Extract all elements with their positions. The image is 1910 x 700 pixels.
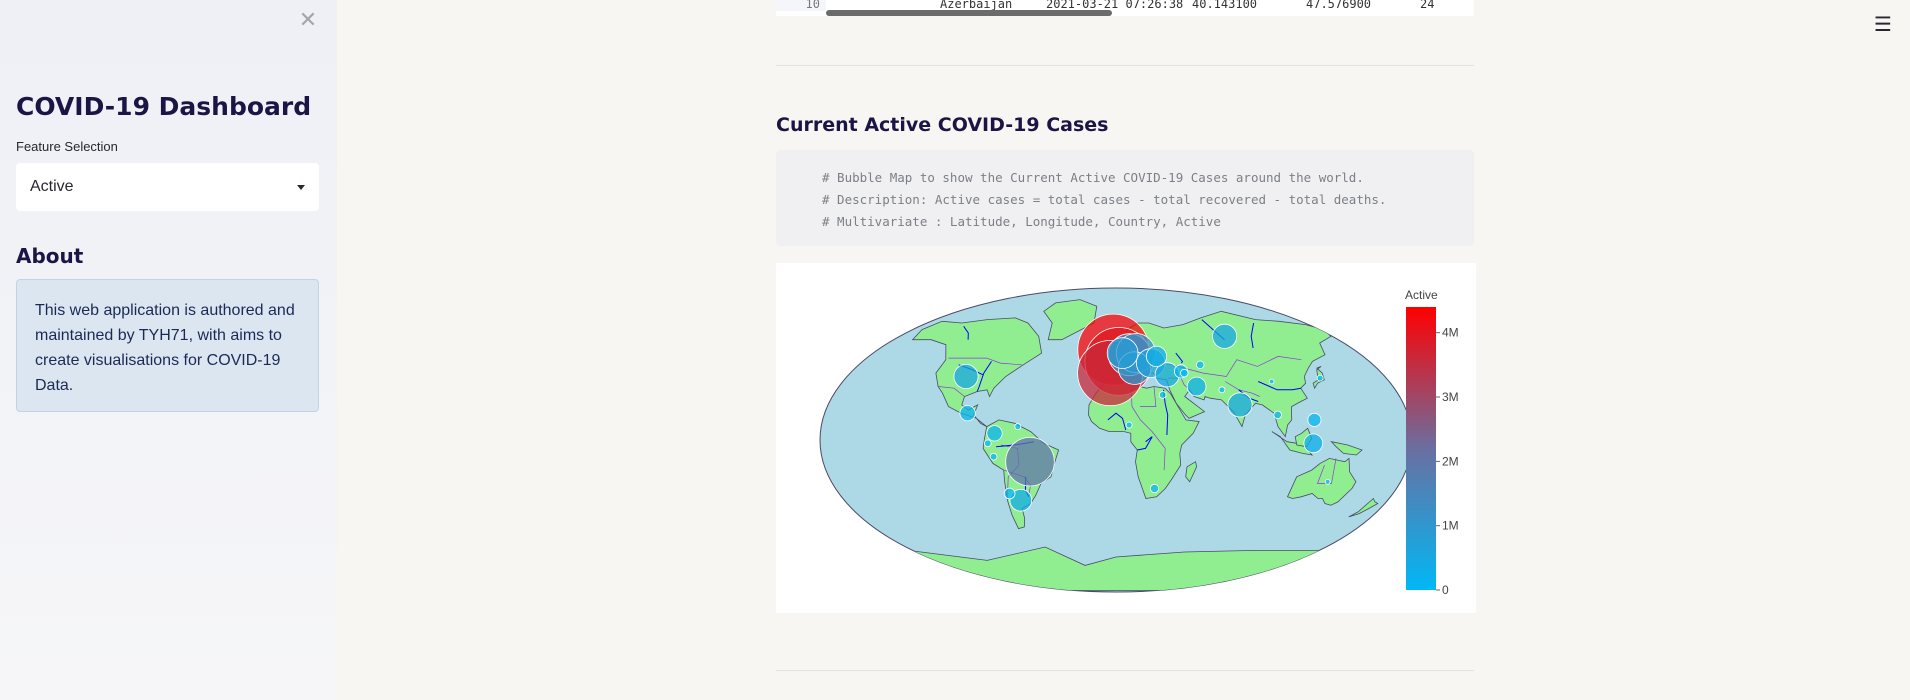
bubble-marker[interactable] (1014, 423, 1022, 431)
bubble-marker[interactable] (1005, 436, 1055, 487)
bubble-marker[interactable] (1003, 487, 1016, 500)
feature-selection-value: Active (30, 178, 74, 195)
bubble-marker[interactable] (1324, 479, 1331, 485)
bubble-marker[interactable] (1186, 376, 1207, 397)
colorbar-tick-label: 3M (1442, 390, 1459, 404)
colorbar-title: Active (1405, 288, 1438, 302)
code-block: # Bubble Map to show the Current Active … (776, 150, 1474, 246)
colorbar-gradient (1406, 307, 1436, 590)
bubble-marker[interactable] (1303, 433, 1324, 454)
dataframe-horizontal-scrollbar[interactable] (826, 10, 1112, 16)
colorbar-tick-label: 0 (1442, 583, 1449, 597)
bubble-marker[interactable] (989, 452, 998, 461)
dataframe-cell-lat: 40.143100 (1192, 0, 1258, 11)
bubble-marker[interactable] (1212, 323, 1238, 349)
bubble-marker[interactable] (1316, 374, 1324, 382)
bubble-marker[interactable] (1268, 378, 1275, 385)
colorbar-tick-label: 2M (1442, 454, 1459, 468)
code-line: # Description: Active cases = total case… (822, 192, 1387, 207)
section-title: Current Active COVID-19 Cases (776, 114, 1109, 136)
bubble-map-svg[interactable]: Active 4M 3M 2M 1M 0 (776, 263, 1476, 613)
hamburger-menu-icon[interactable]: ☰ (1874, 12, 1892, 36)
bubble-marker[interactable] (1273, 410, 1282, 420)
bubble-marker[interactable] (953, 364, 979, 390)
bubble-marker[interactable] (959, 405, 976, 422)
about-info-box: This web application is authored and mai… (16, 279, 319, 412)
bubble-marker[interactable] (1227, 392, 1253, 418)
code-line: # Multivariate : Latitude, Longitude, Co… (822, 214, 1221, 229)
feature-selection-label: Feature Selection (16, 139, 118, 154)
about-title: About (16, 244, 84, 268)
feature-selection-dropdown[interactable]: Active (16, 163, 319, 211)
bubble-marker[interactable] (1307, 412, 1322, 427)
code-line: # Bubble Map to show the Current Active … (822, 170, 1364, 185)
dataframe-cell-partial: 24 (1420, 0, 1435, 11)
caret-down-icon (297, 184, 305, 190)
colorbar-ticks: 4M 3M 2M 1M 0 (1436, 326, 1459, 597)
divider-top (776, 65, 1474, 66)
colorbar-tick-label: 1M (1442, 519, 1459, 533)
close-sidebar-icon[interactable]: ✕ (297, 10, 319, 32)
dataframe-cell-long: 47.576900 (1306, 0, 1372, 11)
bubble-map-chart[interactable]: Active 4M 3M 2M 1M 0 (776, 263, 1476, 613)
bubble-marker[interactable] (1106, 337, 1139, 369)
dataframe-row-index: 10 (776, 0, 826, 11)
bubble-marker[interactable] (1218, 386, 1226, 394)
colorbar-tick-label: 4M (1442, 326, 1459, 340)
bubble-marker[interactable] (1196, 360, 1205, 369)
bubble-marker[interactable] (1180, 368, 1189, 378)
bubble-marker[interactable] (1158, 391, 1167, 399)
bubble-marker[interactable] (984, 439, 992, 448)
bubble-marker[interactable] (986, 425, 1003, 442)
bubble-marker[interactable] (1145, 345, 1168, 368)
sidebar-title: COVID-19 Dashboard (16, 92, 312, 121)
sidebar: ✕ COVID-19 Dashboard Feature Selection A… (0, 0, 337, 700)
divider-bottom (776, 670, 1474, 671)
bubble-marker[interactable] (1149, 483, 1160, 494)
about-text: This web application is authored and mai… (35, 302, 295, 394)
bubble-marker[interactable] (1125, 421, 1133, 429)
